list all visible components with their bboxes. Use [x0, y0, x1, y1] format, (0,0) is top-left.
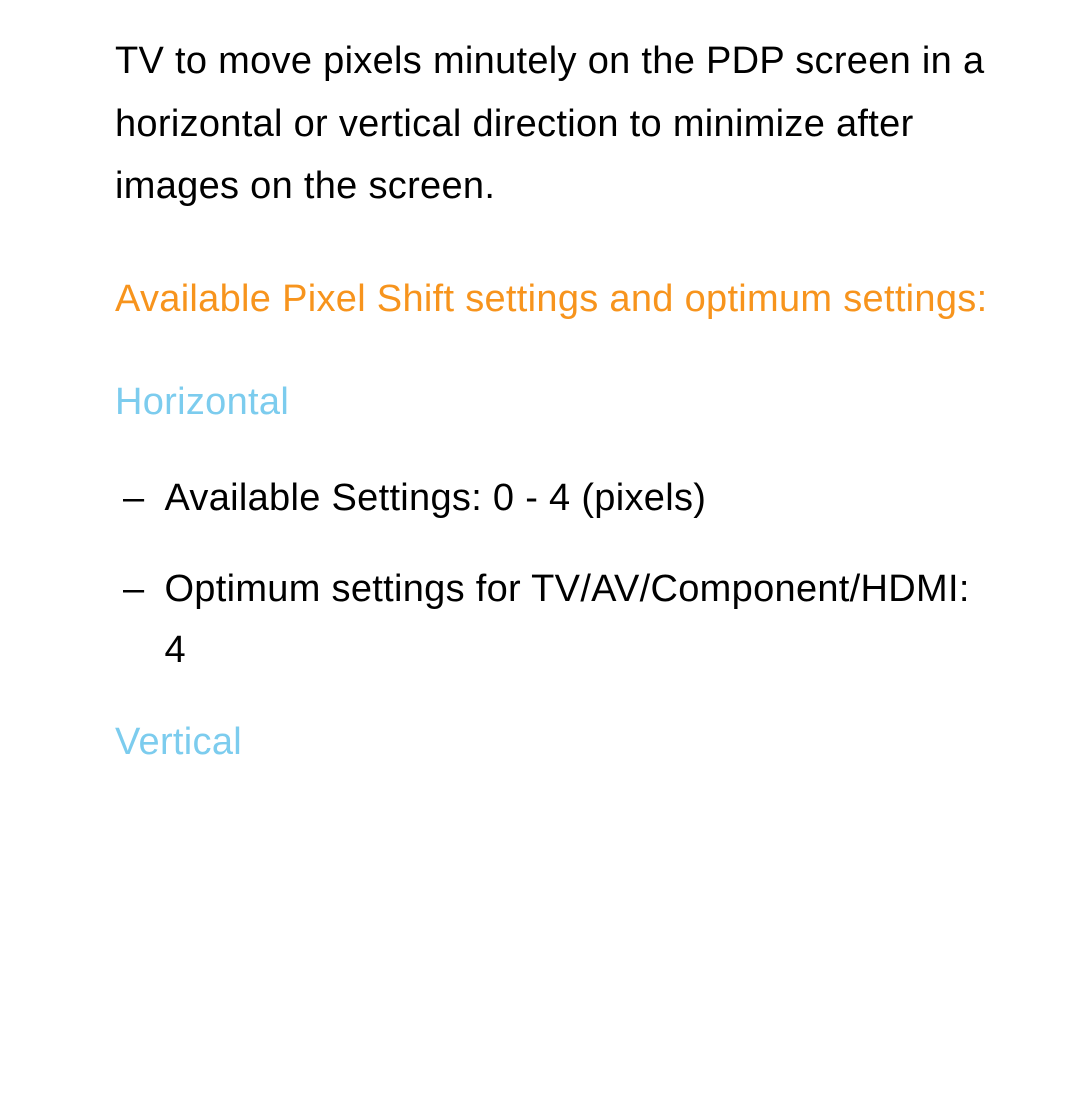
list-item: – Optimum settings for TV/AV/Component/H… — [115, 559, 990, 681]
intro-paragraph: TV to move pixels minutely on the PDP sc… — [115, 30, 990, 218]
dash-icon: – — [115, 559, 164, 681]
horizontal-list: – Available Settings: 0 - 4 (pixels) – O… — [115, 468, 990, 680]
dash-icon: – — [115, 468, 164, 529]
list-item: – Available Settings: 0 - 4 (pixels) — [115, 468, 990, 529]
section-heading: Available Pixel Shift settings and optim… — [115, 268, 990, 331]
list-item-text: Optimum settings for TV/AV/Component/HDM… — [164, 559, 990, 681]
horizontal-subheading: Horizontal — [115, 371, 990, 434]
list-item-text: Available Settings: 0 - 4 (pixels) — [164, 468, 990, 529]
vertical-subheading: Vertical — [115, 711, 990, 774]
